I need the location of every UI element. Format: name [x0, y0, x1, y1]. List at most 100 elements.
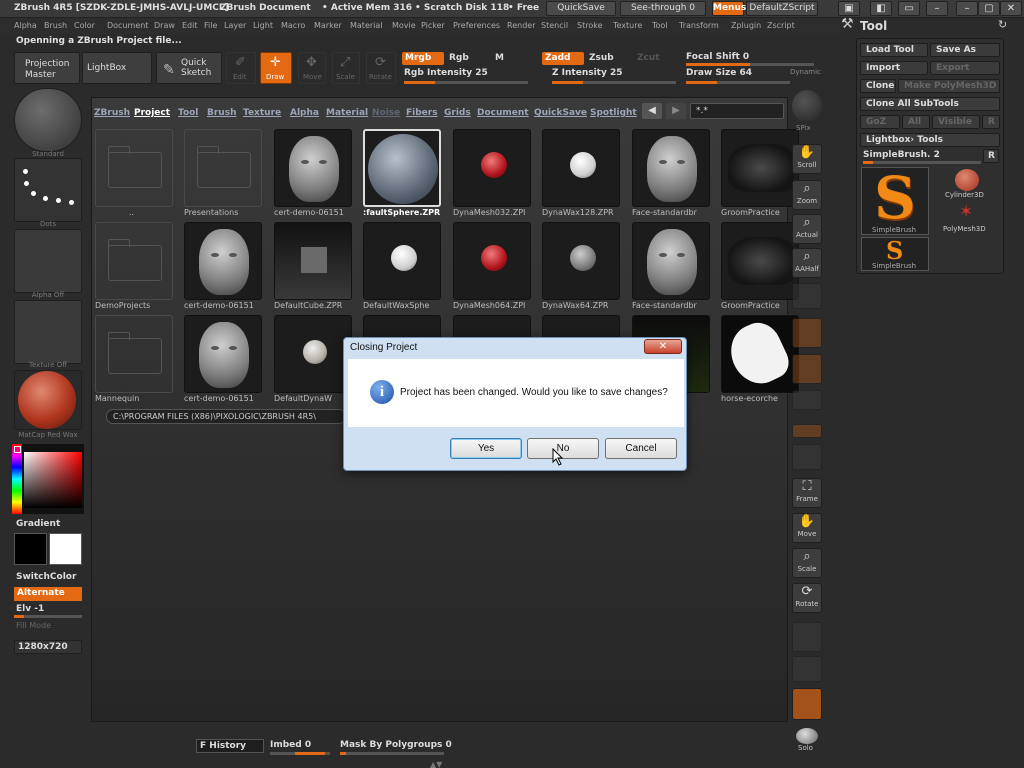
stroke-dots-preview[interactable] [14, 158, 82, 222]
visible-button[interactable]: Visible [932, 115, 980, 129]
menu-layer[interactable]: Layer [224, 21, 246, 30]
alpha-preview[interactable] [14, 229, 82, 293]
mask-by-polygroups-slider[interactable] [340, 752, 444, 755]
tab-brush[interactable]: Brush [207, 108, 236, 118]
switch-color-button[interactable]: SwitchColor [16, 572, 76, 582]
project-thumbnail[interactable] [274, 222, 352, 300]
import-button[interactable]: Import [860, 61, 928, 75]
zsub-toggle[interactable]: Zsub [586, 52, 626, 65]
resolution-button[interactable]: 1280x720 [14, 640, 82, 654]
actual-button[interactable]: ⌕ Actual [792, 214, 822, 244]
menu-movie[interactable]: Movie [392, 21, 416, 30]
lightbox-tools-button[interactable]: Lightbox› Tools [860, 133, 1000, 147]
export-button[interactable]: Export [930, 61, 1000, 75]
draw-button[interactable]: ✛ Draw [260, 52, 292, 84]
dialog-close-icon[interactable]: ✕ [644, 339, 682, 354]
maximize-icon[interactable]: ▢ [978, 1, 1000, 16]
focal-shift-slider[interactable] [686, 63, 814, 66]
project-thumbnail[interactable] [95, 222, 173, 300]
tool-thumb-cylinder3d[interactable]: Cylinder3D [933, 167, 1001, 201]
alternate-toggle[interactable]: Alternate [14, 587, 82, 601]
tab-texture[interactable]: Texture [243, 108, 281, 118]
project-thumbnail[interactable] [721, 315, 799, 393]
load-tool-button[interactable]: Load Tool [860, 43, 928, 57]
menu-picker[interactable]: Picker [421, 21, 445, 30]
project-thumbnail[interactable] [632, 129, 710, 207]
frame-button[interactable]: ⛶ Frame [792, 478, 822, 508]
zadd-toggle[interactable]: Zadd [542, 52, 584, 65]
menu-marker[interactable]: Marker [314, 21, 342, 30]
menu-file[interactable]: File [204, 21, 217, 30]
menu-draw[interactable]: Draw [154, 21, 175, 30]
project-thumbnail[interactable] [721, 222, 799, 300]
transp2-button[interactable] [792, 656, 822, 682]
project-thumbnail[interactable] [542, 222, 620, 300]
tool-r-button[interactable]: R [983, 149, 999, 163]
move-button[interactable]: ✥ Move [298, 52, 326, 84]
tab-fibers[interactable]: Fibers [406, 108, 438, 118]
menu-tool[interactable]: Tool [652, 21, 668, 30]
polyf-button[interactable] [792, 622, 822, 652]
lightbox-path[interactable]: C:\PROGRAM FILES (X86)\PIXOLOGIC\ZBRUSH … [106, 409, 346, 424]
zoom-button[interactable]: ⌕ Zoom [792, 180, 822, 210]
menu-preferences[interactable]: Preferences [453, 21, 500, 30]
tray-toggle-icon[interactable]: ▲▼ [430, 760, 442, 768]
xyz-button[interactable] [792, 390, 822, 410]
z-intensity-slider[interactable] [552, 81, 676, 84]
m-toggle[interactable]: M [492, 52, 522, 65]
goz-r-button[interactable]: R [982, 115, 1000, 129]
yes-button[interactable]: Yes [450, 438, 522, 459]
tab-noise[interactable]: Noise [372, 108, 400, 118]
lightbox-prev-icon[interactable]: ◀ [642, 103, 662, 119]
project-thumbnail[interactable] [453, 129, 531, 207]
project-thumbnail[interactable] [184, 222, 262, 300]
material-preview[interactable] [14, 370, 82, 430]
project-thumbnail[interactable] [363, 222, 441, 300]
save-as-button[interactable]: Save As [930, 43, 1000, 57]
default-zscript-button[interactable]: DefaultZScript [746, 1, 818, 16]
tab-tool[interactable]: Tool [178, 108, 198, 118]
menu-stroke[interactable]: Stroke [577, 21, 603, 30]
nav-rotate-button[interactable]: ⟳ Rotate [792, 583, 822, 613]
local-button[interactable] [792, 354, 822, 384]
zcut-toggle[interactable]: Zcut [634, 52, 674, 65]
nav-move-button[interactable]: ✋ Move [792, 513, 822, 543]
transp-button[interactable] [792, 424, 822, 438]
tab-project[interactable]: Project [134, 108, 170, 118]
all-button[interactable]: All [902, 115, 930, 129]
project-thumbnail[interactable] [184, 129, 262, 207]
persp-button[interactable] [792, 283, 822, 309]
brush-standard-preview[interactable] [14, 88, 82, 152]
gradient-label[interactable]: Gradient [16, 519, 60, 529]
rotate-button[interactable]: ⟳ Rotate [366, 52, 396, 84]
menu-alpha[interactable]: Alpha [14, 21, 37, 30]
quicksave-button[interactable]: QuickSave [546, 1, 616, 16]
hue-strip[interactable] [12, 444, 22, 514]
menu-zscript[interactable]: Zscript [767, 21, 795, 30]
projection-master-button[interactable]: Projection Master [14, 52, 80, 84]
close-icon[interactable]: ✕ [1000, 1, 1022, 16]
refresh-icon[interactable]: ↻ [998, 18, 1007, 31]
palette-icon[interactable]: ◧ [870, 1, 892, 16]
quick-sketch-button[interactable]: ✎ Quick Sketch [156, 52, 222, 84]
nav-scale-button[interactable]: ⌕ Scale [792, 548, 822, 578]
aahalf-button[interactable]: ⌕ AAHalf [792, 248, 822, 278]
goz-button[interactable]: GoZ [860, 115, 900, 129]
menu-macro[interactable]: Macro [281, 21, 305, 30]
project-thumbnail[interactable] [274, 315, 352, 393]
project-thumbnail[interactable] [632, 222, 710, 300]
tray-icon[interactable]: ▭ [898, 1, 920, 16]
dynamic-persp-button[interactable] [792, 688, 822, 720]
menu-zplugin[interactable]: Zplugin [731, 21, 761, 30]
mrgb-toggle[interactable]: Mrgb [402, 52, 444, 65]
project-thumbnail[interactable] [453, 222, 531, 300]
lightbox-filter-input[interactable]: *.* [690, 103, 784, 119]
rgb-intensity-slider[interactable] [404, 81, 528, 84]
secondary-color-swatch[interactable] [49, 533, 82, 565]
elv-slider[interactable] [14, 615, 82, 618]
see-through-slider[interactable]: See-through 0 [620, 1, 706, 16]
tool-thumb-simplebrush-2[interactable]: S SimpleBrush [861, 236, 929, 271]
imbed-slider[interactable] [270, 752, 330, 755]
primary-color-swatch[interactable] [14, 533, 47, 565]
project-thumbnail[interactable] [95, 315, 173, 393]
